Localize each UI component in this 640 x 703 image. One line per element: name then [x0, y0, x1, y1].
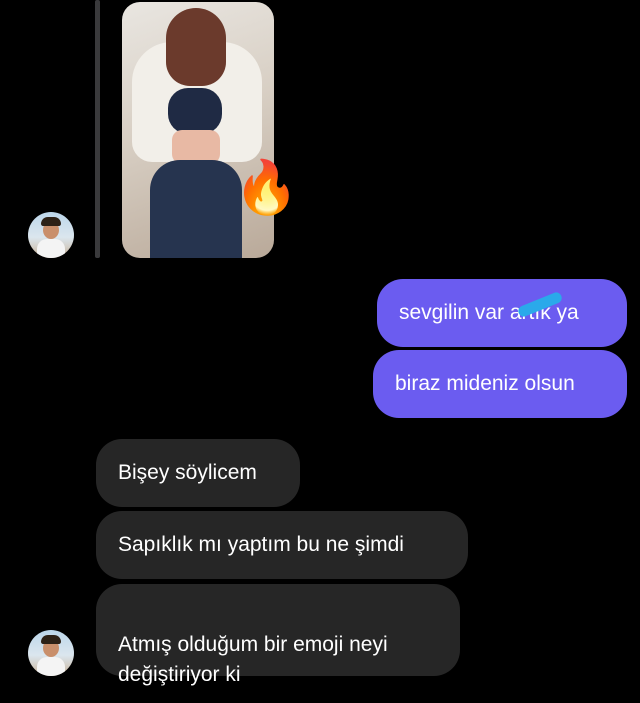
- fire-reaction-icon[interactable]: 🔥: [234, 162, 299, 214]
- avatar-hair: [41, 217, 61, 226]
- avatar-shirt: [37, 239, 65, 258]
- photo-figure-top: [168, 88, 222, 134]
- incoming-message[interactable]: Bişey söylicem: [96, 439, 300, 507]
- incoming-message[interactable]: Atmış olduğum bir emoji neyi değiştiriyo…: [96, 584, 460, 686]
- avatar-hair: [41, 635, 61, 644]
- contact-avatar[interactable]: [28, 630, 74, 676]
- outgoing-message[interactable]: sevgilin var artık ya: [377, 279, 627, 347]
- reply-thread-line: [95, 0, 100, 258]
- photo-figure-waist: [172, 130, 220, 164]
- contact-avatar[interactable]: [28, 212, 74, 258]
- photo-figure-jeans: [150, 160, 242, 258]
- incoming-message-text: Bişey söylicem: [118, 461, 257, 484]
- incoming-message-text: Atmış olduğum bir emoji neyi değiştiriyo…: [118, 633, 388, 686]
- shared-photo[interactable]: [122, 2, 274, 258]
- incoming-message[interactable]: Sapıklık mı yaptım bu ne şimdi: [96, 511, 468, 579]
- photo-figure-hair: [166, 8, 226, 86]
- avatar-shirt: [37, 657, 65, 676]
- outgoing-message-text: biraz mideniz olsun: [395, 372, 575, 395]
- incoming-message-text: Sapıklık mı yaptım bu ne şimdi: [118, 533, 404, 556]
- outgoing-message[interactable]: biraz mideniz olsun: [373, 350, 627, 418]
